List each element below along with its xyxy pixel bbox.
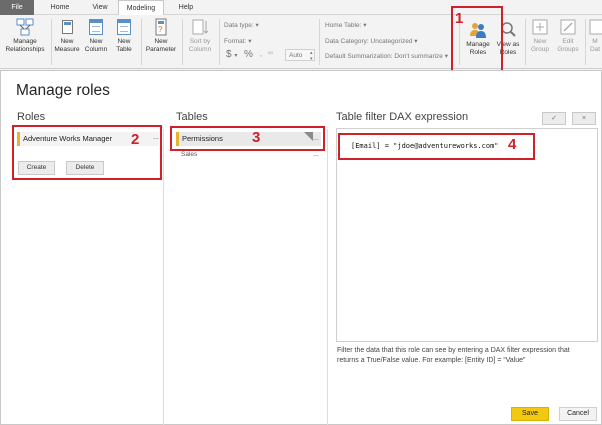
- tables-header: Tables: [176, 111, 208, 123]
- chevron-down-icon: ▾: [363, 22, 367, 29]
- ribbon-separator: [219, 19, 220, 65]
- mark-as-date-table-button[interactable]: M Dat: [588, 18, 602, 54]
- ribbon: Manage Relationships New Measure New Col…: [0, 15, 602, 69]
- edit-groups-button[interactable]: Edit Groups: [554, 18, 582, 54]
- decimal-icon[interactable]: ⁰⁰: [268, 51, 273, 58]
- help-text: Filter the data that this role can see b…: [337, 347, 570, 364]
- new-table-button[interactable]: New Table: [110, 18, 138, 54]
- default-summarization-label: Default Summarization: Don't summarize: [325, 53, 443, 60]
- ribbon-separator: [182, 19, 183, 65]
- new-column-label: New Column: [84, 38, 108, 53]
- new-parameter-button[interactable]: ? New Parameter: [143, 18, 179, 54]
- dialog-title: Manage roles: [16, 82, 110, 99]
- callout-box-4: [338, 133, 535, 160]
- new-column-button[interactable]: New Column: [82, 18, 110, 54]
- dax-expression-editor[interactable]: [336, 128, 598, 342]
- format-label: Format:: [224, 38, 247, 45]
- cancel-button[interactable]: Cancel: [559, 407, 597, 421]
- data-type-label: Data type:: [224, 22, 254, 29]
- confirm-expression-button[interactable]: ✓: [542, 112, 566, 125]
- ribbon-separator: [319, 19, 320, 65]
- ribbon-tab-bar: File Home View Modeling Help: [0, 0, 602, 16]
- data-category-label: Data Category: Uncategorized: [325, 38, 413, 45]
- new-measure-button[interactable]: New Measure: [53, 18, 81, 54]
- callout-box-2: [12, 125, 162, 180]
- callout-box-3: [170, 126, 325, 151]
- ribbon-separator: [525, 19, 526, 65]
- comma-button[interactable]: ,: [260, 51, 262, 58]
- power-bi-window: File Home View Modeling Help Manage Rela…: [0, 0, 602, 425]
- svg-text:?: ?: [158, 25, 163, 34]
- tab-help[interactable]: Help: [172, 0, 200, 15]
- new-parameter-label: New Parameter: [145, 38, 177, 53]
- parameter-icon: ?: [152, 18, 170, 36]
- column-divider: [163, 129, 164, 425]
- home-table-dropdown[interactable]: Home Table: ▾: [325, 21, 366, 29]
- manage-roles-dialog: Manage roles Roles Tables Table filter D…: [0, 70, 602, 425]
- edit-groups-icon: [559, 18, 577, 36]
- new-table-label: New Table: [116, 38, 132, 53]
- table-more-button[interactable]: ...: [313, 151, 319, 158]
- data-category-dropdown[interactable]: Data Category: Uncategorized ▾: [325, 37, 418, 45]
- callout-number-1: 1: [455, 10, 464, 27]
- chevron-down-icon: ▾: [255, 22, 259, 29]
- sort-by-column-label: Sort by Column: [188, 38, 212, 53]
- callout-number-2: 2: [131, 131, 140, 148]
- currency-button[interactable]: $ ▾: [226, 49, 237, 60]
- tab-home[interactable]: Home: [46, 0, 74, 15]
- mark-as-date-table-label: M Dat: [589, 38, 601, 53]
- decimal-places-input[interactable]: Auto ▴ ▾: [285, 49, 315, 62]
- spin-icon: ▴ ▾: [310, 50, 313, 62]
- percent-button[interactable]: %: [244, 49, 253, 60]
- chevron-down-icon: ▾: [234, 53, 238, 59]
- edit-groups-label: Edit Groups: [557, 38, 579, 53]
- new-group-button[interactable]: New Group: [528, 18, 552, 54]
- format-dropdown[interactable]: Format: ▾: [224, 37, 251, 45]
- table-column-icon: [87, 18, 105, 36]
- new-measure-label: New Measure: [54, 38, 80, 53]
- tab-modeling[interactable]: Modeling: [118, 0, 164, 16]
- column-divider: [327, 129, 328, 425]
- tab-view[interactable]: View: [86, 0, 114, 15]
- chevron-down-icon: ▾: [248, 38, 252, 45]
- manage-relationships-label: Manage Relationships: [5, 38, 45, 53]
- new-group-label: New Group: [530, 38, 550, 53]
- sort-by-column-button[interactable]: Sort by Column: [184, 18, 216, 54]
- home-table-label: Home Table:: [325, 22, 362, 29]
- tab-file[interactable]: File: [0, 0, 34, 15]
- group-icon: [531, 18, 549, 36]
- auto-value: Auto: [289, 52, 303, 59]
- calculator-icon: [58, 18, 76, 36]
- manage-relationships-button[interactable]: Manage Relationships: [2, 18, 48, 54]
- callout-number-3: 3: [252, 129, 261, 146]
- cancel-expression-button[interactable]: ×: [572, 112, 596, 125]
- chevron-down-icon: ▾: [414, 38, 418, 45]
- ribbon-separator: [585, 19, 586, 65]
- data-type-dropdown[interactable]: Data type: ▾: [224, 21, 259, 29]
- date-table-icon: [588, 18, 602, 36]
- ribbon-separator: [141, 19, 142, 65]
- roles-header: Roles: [17, 111, 46, 123]
- dax-header: Table filter DAX expression: [336, 111, 469, 123]
- default-summarization-dropdown[interactable]: Default Summarization: Don't summarize ▾: [325, 52, 448, 60]
- save-button[interactable]: Save: [511, 407, 549, 421]
- sort-icon: [191, 18, 209, 36]
- relationships-icon: [16, 18, 34, 36]
- callout-number-4: 4: [508, 136, 517, 153]
- ribbon-separator: [51, 19, 52, 65]
- table-icon: [115, 18, 133, 36]
- table-item-sales[interactable]: Sales: [181, 151, 197, 158]
- chevron-down-icon: ▾: [444, 53, 448, 60]
